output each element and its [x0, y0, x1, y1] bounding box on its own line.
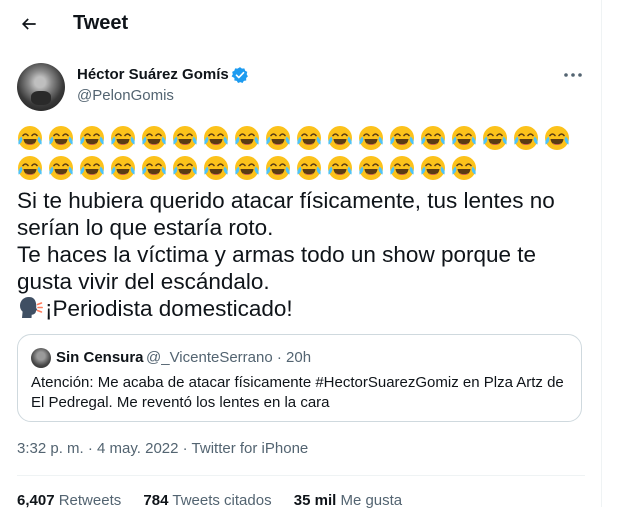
quoted-author-name: Sin Censura [56, 349, 144, 366]
face-with-tears-of-joy-icon [171, 154, 199, 182]
face-with-tears-of-joy-icon [419, 124, 447, 152]
retweets-label: Retweets [58, 492, 122, 509]
face-with-tears-of-joy-icon [78, 124, 106, 152]
face-with-tears-of-joy-icon [388, 124, 416, 152]
arrow-left-icon [21, 18, 36, 30]
tweet-text-line: Si te hubiera querido atacar físicamente… [17, 188, 555, 213]
face-with-tears-of-joy-icon [295, 154, 323, 182]
face-with-tears-of-joy-icon [357, 154, 385, 182]
more-options-button[interactable] [560, 64, 586, 86]
face-with-tears-of-joy-icon [512, 124, 540, 152]
tweet-text-line: serían lo que estaría roto. [17, 215, 274, 240]
face-with-tears-of-joy-icon [419, 154, 447, 182]
tweet-timestamp[interactable]: 3:32 p. m. · 4 may. 2022 · Twitter for i… [17, 440, 308, 457]
likes-stat[interactable]: 35 mil Me gusta [294, 492, 402, 509]
tweet-text-line: ¡Periodista domesticado! [17, 295, 293, 322]
likes-count: 35 mil [293, 492, 337, 509]
quoted-author-avatar [31, 348, 51, 368]
face-with-tears-of-joy-icon [47, 124, 75, 152]
face-with-tears-of-joy-icon [171, 124, 199, 152]
face-with-tears-of-joy-icon [202, 124, 230, 152]
face-with-tears-of-joy-icon [233, 124, 261, 152]
face-with-tears-of-joy-icon [357, 124, 385, 152]
retweets-stat[interactable]: 6,407 Retweets [17, 492, 121, 509]
author-handle[interactable]: @PelonGomis [77, 87, 174, 104]
scroll-gutter [602, 0, 629, 507]
quoted-tweet-card[interactable]: Sin Censura @_VicenteSerrano · 20h Atenc… [17, 334, 582, 422]
face-with-tears-of-joy-icon [450, 154, 478, 182]
face-with-tears-of-joy-icon [388, 154, 416, 182]
tweet-detail-panel: Tweet Héctor Suárez Gomís @PelonGomis Si… [0, 0, 602, 509]
tweet-text-line: Te haces la víctima y armas todo un show… [17, 242, 537, 267]
page-title: Tweet [73, 12, 129, 34]
verified-badge-icon [231, 67, 248, 84]
face-with-tears-of-joy-icon [16, 124, 44, 152]
face-with-tears-of-joy-icon [109, 124, 137, 152]
face-with-tears-of-joy-icon [295, 124, 323, 152]
face-with-tears-of-joy-icon [202, 154, 230, 182]
quotes-stat[interactable]: 784 Tweets citados [143, 492, 271, 509]
face-with-tears-of-joy-icon [109, 154, 137, 182]
divider [17, 475, 585, 476]
face-with-tears-of-joy-icon [543, 124, 571, 152]
author-avatar[interactable] [17, 63, 65, 111]
header: Tweet [0, 0, 601, 48]
emoji-row [16, 124, 571, 154]
face-with-tears-of-joy-icon [450, 124, 478, 152]
face-with-tears-of-joy-icon [481, 124, 509, 152]
tweet-stats: 6,407 Retweets 784 Tweets citados 35 mil… [17, 492, 402, 509]
retweets-count: 6,407 [17, 492, 55, 509]
face-with-tears-of-joy-icon [47, 154, 75, 182]
quoted-author-meta: @_VicenteSerrano · 20h [146, 349, 312, 366]
emoji-row [16, 154, 478, 184]
face-with-tears-of-joy-icon [140, 154, 168, 182]
quotes-label: Tweets citados [172, 492, 272, 509]
face-with-tears-of-joy-icon [326, 154, 354, 182]
tweet-text-line: gusta vivir del escándalo. [17, 269, 270, 294]
face-with-tears-of-joy-icon [326, 124, 354, 152]
quotes-count: 784 [143, 492, 169, 509]
speaking-head-icon [20, 297, 43, 318]
tweet-text-exclamation: ¡Periodista domesticado! [45, 296, 293, 321]
face-with-tears-of-joy-icon [264, 154, 292, 182]
author-name[interactable]: Héctor Suárez Gomís [77, 66, 229, 83]
back-button[interactable] [14, 9, 44, 39]
quoted-tweet-text: Atención: Me acaba de atacar físicamente… [31, 374, 564, 411]
face-with-tears-of-joy-icon [78, 154, 106, 182]
face-with-tears-of-joy-icon [233, 154, 261, 182]
face-with-tears-of-joy-icon [264, 124, 292, 152]
likes-label: Me gusta [340, 492, 403, 509]
face-with-tears-of-joy-icon [140, 124, 168, 152]
more-horizontal-icon [564, 73, 582, 77]
face-with-tears-of-joy-icon [16, 154, 44, 182]
